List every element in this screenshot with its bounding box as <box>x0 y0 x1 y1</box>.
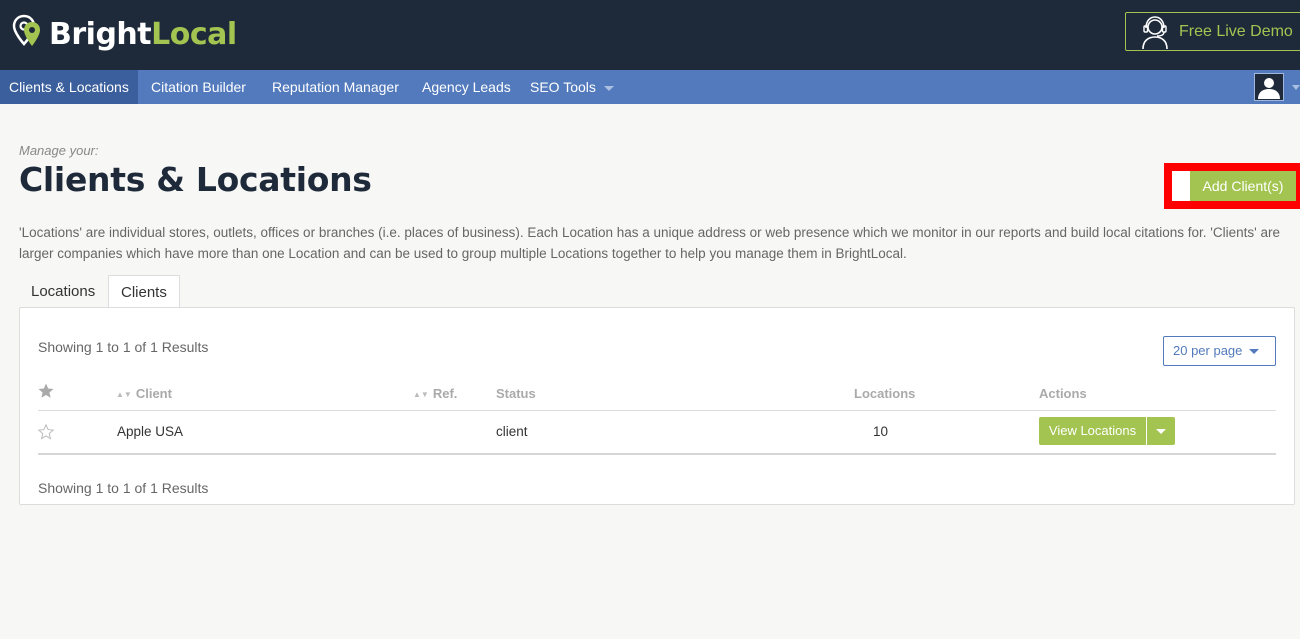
column-header-locations: Locations <box>854 386 916 401</box>
chevron-down-icon <box>1156 429 1166 434</box>
nav-label: SEO Tools <box>530 79 596 95</box>
per-page-value: 20 per page <box>1173 343 1243 358</box>
nav-label: Reputation Manager <box>272 79 399 95</box>
column-header-client[interactable]: ▲▼ Client <box>116 386 172 401</box>
sort-icon: ▲▼ <box>116 390 132 399</box>
chevron-down-icon[interactable] <box>1292 85 1300 90</box>
table-bottom-divider <box>38 453 1276 455</box>
tab-locations[interactable]: Locations <box>19 275 107 308</box>
table-header-divider <box>38 410 1276 411</box>
column-header-actions: Actions <box>1039 386 1087 401</box>
column-header-ref[interactable]: ▲▼ Ref. <box>413 386 457 401</box>
top-header: BrightLocal Free Live Demo <box>0 0 1300 70</box>
nav-item-citation-builder[interactable]: Citation Builder <box>142 70 255 104</box>
page-title: Clients & Locations <box>19 160 372 199</box>
nav-label: Agency Leads <box>422 79 511 95</box>
map-pin-icon <box>12 14 40 46</box>
clients-panel <box>19 307 1295 505</box>
demo-button-label: Free Live Demo <box>1179 22 1293 40</box>
sort-icon: ▲▼ <box>413 390 429 399</box>
nav-item-clients-locations[interactable]: Clients & Locations <box>0 70 138 104</box>
star-filled-icon[interactable] <box>37 382 55 400</box>
column-label: Client <box>135 386 172 401</box>
add-clients-button[interactable]: Add Client(s) <box>1190 171 1296 201</box>
results-count-top: Showing 1 to 1 of 1 Results <box>38 339 209 355</box>
results-count-bottom: Showing 1 to 1 of 1 Results <box>38 480 209 496</box>
user-icon <box>1258 78 1280 99</box>
chevron-down-icon <box>603 85 614 91</box>
nav-label: Citation Builder <box>151 79 246 95</box>
nav-item-seo-tools[interactable]: SEO Tools <box>521 70 623 104</box>
per-page-select[interactable]: 20 per page <box>1163 336 1276 366</box>
star-outline-icon[interactable] <box>37 423 55 441</box>
view-locations-button[interactable]: View Locations <box>1039 417 1146 445</box>
add-client-highlight: Add Client(s) <box>1164 163 1300 209</box>
column-label: Ref. <box>432 386 458 401</box>
user-account-button[interactable] <box>1254 73 1284 101</box>
cell-client-name: Apple USA <box>117 424 184 439</box>
nav-item-agency-leads[interactable]: Agency Leads <box>413 70 520 104</box>
tab-clients[interactable]: Clients <box>108 275 180 308</box>
brightlocal-logo[interactable]: BrightLocal <box>12 14 237 54</box>
headset-icon <box>1142 15 1168 49</box>
cell-status: client <box>496 424 528 439</box>
free-live-demo-button[interactable]: Free Live Demo <box>1125 12 1300 51</box>
manage-your-label: Manage your: <box>19 143 99 158</box>
cell-locations-count: 10 <box>873 424 889 439</box>
column-header-status: Status <box>496 386 536 401</box>
nav-item-reputation-manager[interactable]: Reputation Manager <box>263 70 408 104</box>
page-description: 'Locations' are individual stores, outle… <box>19 225 1280 261</box>
chevron-down-icon <box>1249 349 1259 354</box>
view-locations-dropdown-toggle[interactable] <box>1147 417 1175 445</box>
nav-label: Clients & Locations <box>9 79 129 95</box>
logo-text: BrightLocal <box>49 16 237 52</box>
main-nav: Clients & Locations Citation Builder Rep… <box>0 70 1300 104</box>
